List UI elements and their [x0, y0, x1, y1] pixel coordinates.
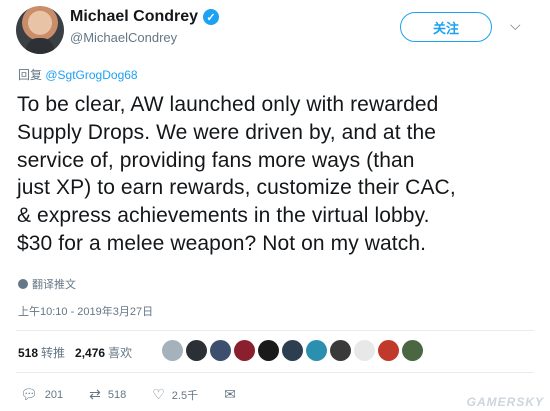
- reply-count: 201: [44, 388, 64, 401]
- liker-avatar[interactable]: [402, 340, 423, 361]
- liker-avatar[interactable]: [258, 340, 279, 361]
- globe-icon: [18, 279, 28, 289]
- retweets-stat[interactable]: 518 转推: [18, 344, 65, 361]
- verified-icon: ✓: [203, 9, 220, 25]
- tweet-line: Supply Drops. We were driven by, and at …: [17, 120, 437, 144]
- author-block: Michael Condrey ✓ @MichaelCondrey: [70, 8, 220, 45]
- timestamp[interactable]: 上午10:10 - 2019年3月27日: [18, 303, 153, 319]
- reply-mention-link[interactable]: @SgtGrogDog68: [45, 68, 137, 82]
- heart-icon: ♡: [152, 386, 165, 402]
- liker-avatar[interactable]: [186, 340, 207, 361]
- likers-avatars: [162, 340, 423, 361]
- tweet-line: $30 for a melee weapon? Not on my watch.: [17, 231, 427, 255]
- likes-stat[interactable]: 2,476 喜欢: [75, 344, 132, 361]
- reply-icon: 💬︎: [20, 386, 38, 402]
- divider: [16, 330, 534, 331]
- author-name[interactable]: Michael Condrey: [70, 8, 198, 26]
- tweet-text: To be clear, AW launched only with rewar…: [17, 91, 537, 258]
- liker-avatar[interactable]: [162, 340, 183, 361]
- liker-avatar[interactable]: [282, 340, 303, 361]
- translate-link[interactable]: 翻译推文: [18, 276, 76, 292]
- liker-avatar[interactable]: [210, 340, 231, 361]
- watermark: GAMERSKY: [466, 395, 544, 409]
- mail-icon: ✉: [224, 386, 236, 402]
- reply-button[interactable]: 💬︎ 201: [20, 386, 63, 403]
- tweet-line: & express achievements in the virtual lo…: [17, 204, 430, 228]
- liker-avatar[interactable]: [378, 340, 399, 361]
- retweet-count: 518: [107, 388, 127, 401]
- like-button[interactable]: ♡ 2.5千: [152, 386, 198, 403]
- tweet-line: To be clear, AW launched only with rewar…: [17, 93, 439, 116]
- avatar[interactable]: [16, 6, 64, 54]
- liker-avatar[interactable]: [354, 340, 375, 361]
- retweet-button[interactable]: ⇄ 518: [89, 386, 126, 403]
- reply-prefix: 回复: [18, 68, 43, 82]
- author-handle[interactable]: @MichaelCondrey: [70, 30, 219, 45]
- tweet-stats: 518 转推 2,476 喜欢: [18, 344, 132, 361]
- action-bar: 💬︎ 201 ⇄ 518 ♡ 2.5千 ✉: [20, 386, 262, 403]
- divider: [16, 372, 534, 373]
- follow-button[interactable]: 关注: [400, 12, 492, 42]
- liker-avatar[interactable]: [234, 340, 255, 361]
- liker-avatar[interactable]: [306, 340, 327, 361]
- liker-avatar[interactable]: [330, 340, 351, 361]
- retweet-icon: ⇄: [89, 386, 101, 402]
- like-count: 2.5千: [171, 389, 199, 402]
- chevron-down-icon[interactable]: ⌵: [510, 17, 521, 34]
- tweet-line: just XP) to earn rewards, customize thei…: [17, 176, 456, 200]
- message-button[interactable]: ✉: [224, 386, 236, 403]
- reply-to: 回复 @SgtGrogDog68: [18, 66, 138, 83]
- tweet-line: service of, providing fans more ways (th…: [17, 148, 415, 172]
- translate-label: 翻译推文: [32, 279, 76, 291]
